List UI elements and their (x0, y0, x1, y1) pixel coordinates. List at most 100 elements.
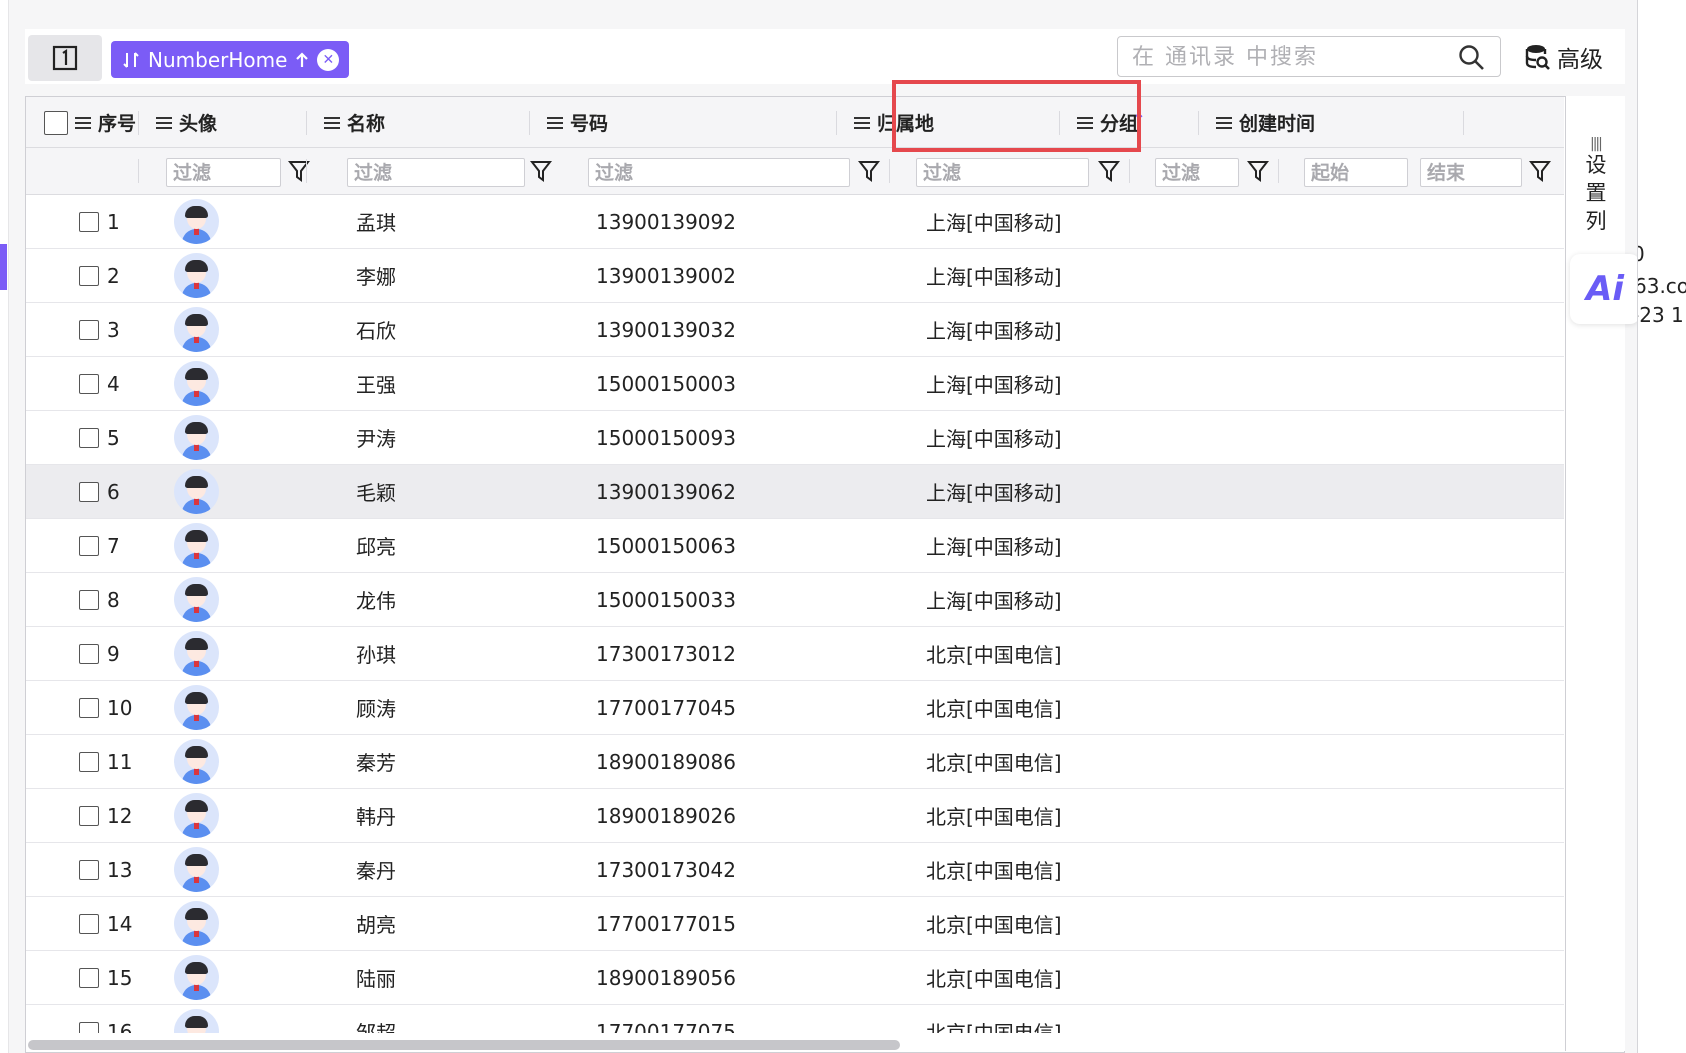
row-checkbox[interactable] (79, 535, 99, 556)
avatar-filter-input[interactable] (166, 158, 281, 187)
avatar[interactable] (174, 307, 219, 352)
table-row[interactable]: 10 顾涛 17700177045 北京[中国电信] (26, 681, 1564, 735)
avatar-cell (174, 951, 219, 1004)
avatar[interactable] (174, 739, 219, 784)
row-checkbox[interactable] (79, 967, 99, 988)
table-body: 1 孟琪 13900139092 上海[中国移动] 2 李娜 13900139002 上海[中… (26, 195, 1564, 1033)
table-row[interactable]: 5 尹涛 15000150093 上海[中国移动] (26, 411, 1564, 465)
page-number-button[interactable] (28, 35, 102, 81)
column-divider[interactable] (138, 111, 139, 135)
name-filter-input[interactable] (347, 158, 525, 187)
home-cell: 北京[中国电信] (926, 913, 1062, 937)
horizontal-scrollbar[interactable] (28, 1040, 900, 1050)
highlight-box (892, 80, 1141, 152)
avatar[interactable] (174, 199, 219, 244)
group-filter-input[interactable] (1155, 158, 1239, 187)
row-checkbox[interactable] (79, 265, 99, 286)
table-row[interactable]: 3 石欣 13900139032 上海[中国移动] (26, 303, 1564, 357)
row-checkbox[interactable] (79, 427, 99, 448)
filter-icon[interactable] (1098, 159, 1120, 183)
row-index: 14 (107, 911, 133, 936)
column-settings-button[interactable]: |||| 设置列 (1565, 96, 1625, 1051)
advanced-search-button[interactable]: 高级 (1525, 39, 1603, 75)
header-number[interactable]: 号码 (547, 97, 608, 148)
table-row[interactable]: 13 秦丹 17300173042 北京[中国电信] (26, 843, 1564, 897)
avatar[interactable] (174, 1009, 219, 1033)
row-checkbox[interactable] (79, 751, 99, 772)
avatar[interactable] (174, 631, 219, 676)
select-all-checkbox[interactable] (44, 110, 68, 135)
row-checkbox[interactable] (79, 643, 99, 664)
created-end-input[interactable] (1420, 158, 1522, 187)
row-index: 15 (107, 965, 133, 990)
home-cell: 上海[中国移动] (926, 265, 1062, 289)
row-checkbox[interactable] (79, 319, 99, 340)
row-checkbox[interactable] (79, 211, 99, 232)
number-cell: 13900139002 (596, 263, 736, 288)
filter-icon[interactable] (1247, 159, 1269, 183)
header-created[interactable]: 创建时间 (1216, 97, 1315, 148)
name-cell: 李娜 (356, 265, 396, 289)
column-divider[interactable] (836, 111, 837, 135)
index-cell: 2 (79, 249, 120, 302)
avatar[interactable] (174, 361, 219, 406)
number-filter-input[interactable] (588, 158, 850, 187)
table-row[interactable]: 4 王强 15000150003 上海[中国移动] (26, 357, 1564, 411)
row-checkbox[interactable] (79, 481, 99, 502)
avatar[interactable] (174, 793, 219, 838)
list-icon (324, 116, 340, 130)
table-row[interactable]: 6 毛颖 13900139062 上海[中国移动] (26, 465, 1564, 519)
row-index: 12 (107, 803, 133, 828)
row-index: 6 (107, 479, 120, 504)
column-divider[interactable] (1198, 111, 1199, 135)
avatar[interactable] (174, 253, 219, 298)
table-row[interactable]: 11 秦芳 18900189086 北京[中国电信] (26, 735, 1564, 789)
row-index: 11 (107, 749, 133, 774)
row-checkbox[interactable] (79, 805, 99, 826)
name-cell: 邱亮 (356, 535, 396, 559)
avatar[interactable] (174, 955, 219, 1000)
filter-icon[interactable] (858, 159, 880, 183)
avatar[interactable] (174, 685, 219, 730)
avatar-cell (174, 789, 219, 842)
created-start-input[interactable] (1304, 158, 1408, 187)
table-row[interactable]: 9 孙琪 17300173012 北京[中国电信] (26, 627, 1564, 681)
header-avatar[interactable]: 头像 (156, 97, 217, 148)
table-row[interactable]: 8 龙伟 15000150033 上海[中国移动] (26, 573, 1564, 627)
row-checkbox[interactable] (79, 913, 99, 934)
column-divider[interactable] (1463, 111, 1464, 135)
table-row[interactable]: 15 陆丽 18900189056 北京[中国电信] (26, 951, 1564, 1005)
avatar[interactable] (174, 415, 219, 460)
name-cell: 胡亮 (356, 913, 396, 937)
header-index[interactable]: 序号 (44, 97, 136, 148)
chip-close-icon[interactable]: ✕ (317, 48, 340, 71)
row-checkbox[interactable] (79, 1021, 99, 1033)
list-icon (1216, 116, 1232, 130)
table-row[interactable]: 7 邱亮 15000150063 上海[中国移动] (26, 519, 1564, 573)
row-checkbox[interactable] (79, 697, 99, 718)
avatar[interactable] (174, 523, 219, 568)
search-input[interactable] (1132, 42, 1442, 72)
filter-icon[interactable] (530, 159, 552, 183)
table-row[interactable]: 2 李娜 13900139002 上海[中国移动] (26, 249, 1564, 303)
avatar[interactable] (174, 469, 219, 514)
column-divider[interactable] (306, 111, 307, 135)
avatar[interactable] (174, 577, 219, 622)
home-filter-input[interactable] (916, 158, 1089, 187)
table-row[interactable]: 14 胡亮 17700177015 北京[中国电信] (26, 897, 1564, 951)
table-row[interactable]: 12 韩丹 18900189026 北京[中国电信] (26, 789, 1564, 843)
table-row[interactable]: 1 孟琪 13900139092 上海[中国移动] (26, 195, 1564, 249)
ai-assistant-button[interactable]: Ai (1570, 254, 1640, 324)
sort-chip[interactable]: NumberHome ✕ (111, 41, 350, 78)
row-checkbox[interactable] (79, 859, 99, 880)
table-row[interactable]: 16 邹超 17700177075 北京[中国电信] (26, 1005, 1564, 1033)
number-cell: 17700177045 (596, 695, 736, 720)
column-divider[interactable] (529, 111, 530, 135)
row-checkbox[interactable] (79, 373, 99, 394)
filter-icon[interactable] (1529, 159, 1551, 183)
avatar[interactable] (174, 847, 219, 892)
avatar[interactable] (174, 901, 219, 946)
header-name[interactable]: 名称 (324, 97, 385, 148)
row-checkbox[interactable] (79, 589, 99, 610)
search-icon[interactable] (1458, 44, 1486, 72)
